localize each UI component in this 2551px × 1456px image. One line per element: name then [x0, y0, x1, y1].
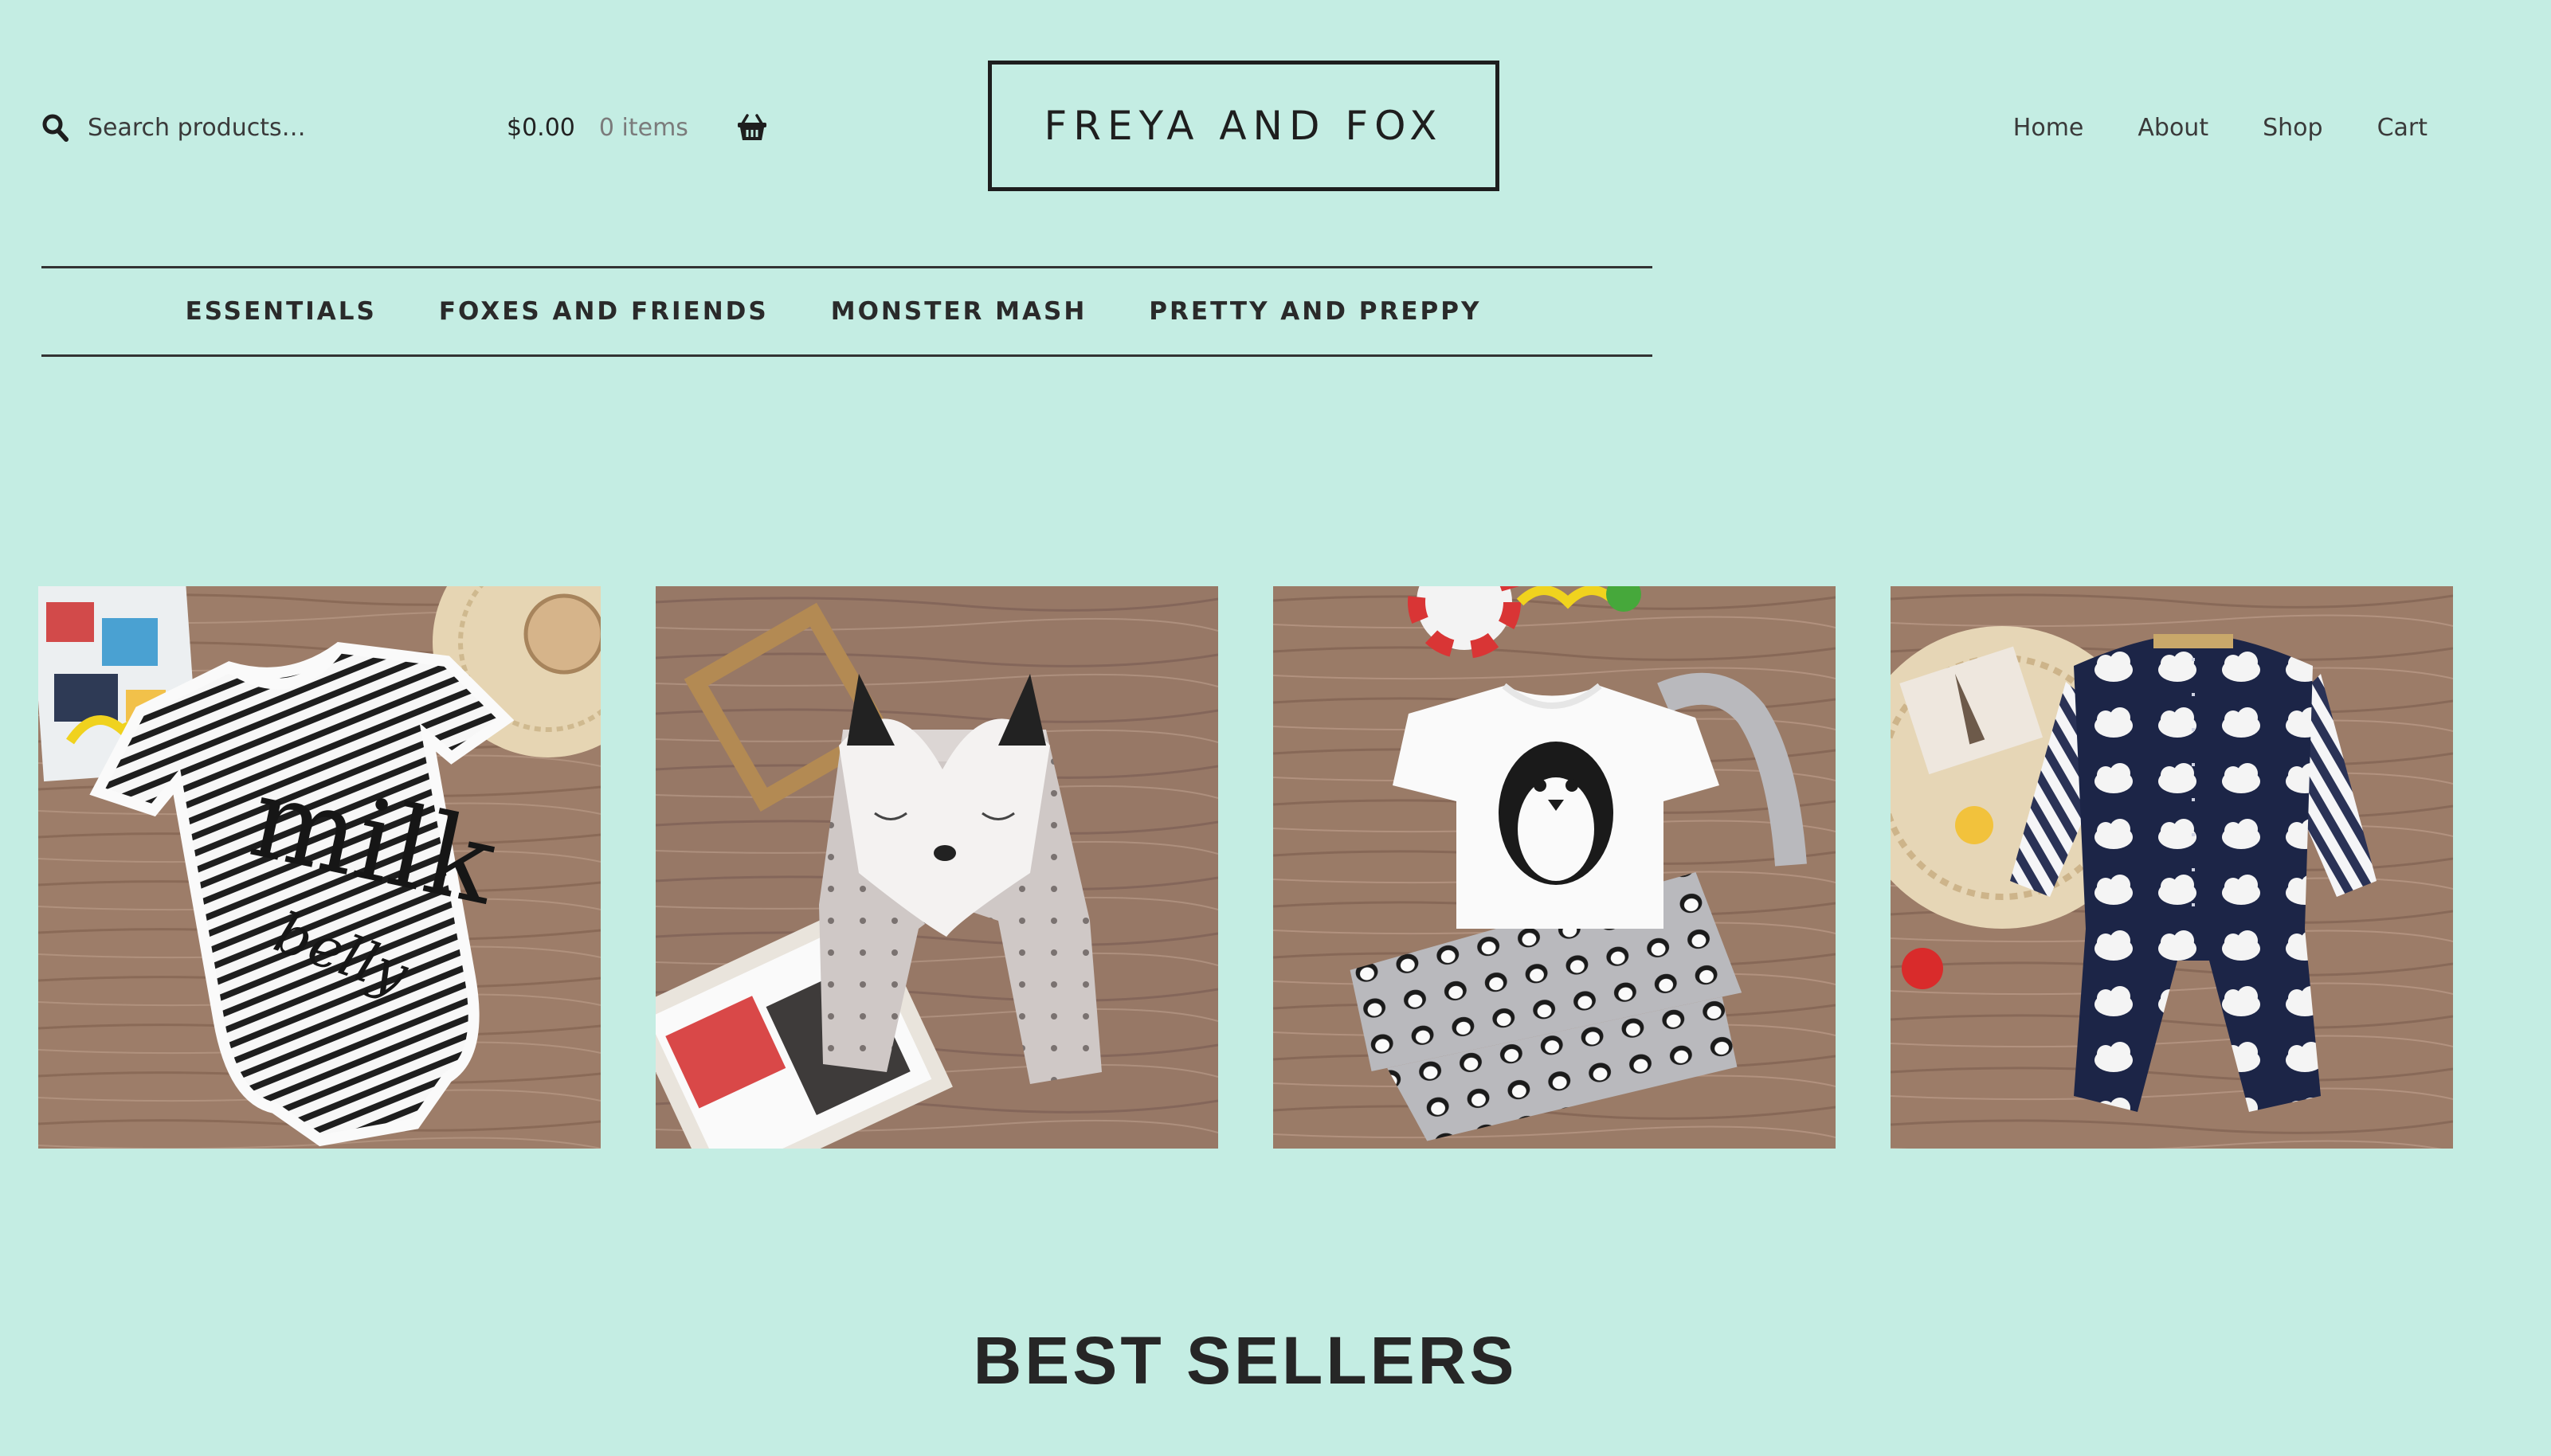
best-sellers-heading: BEST SELLERS: [973, 1323, 1518, 1398]
nav-link-shop[interactable]: Shop: [2263, 114, 2322, 142]
nav-link-about[interactable]: About: [2138, 114, 2208, 142]
product-tile-penguin-set[interactable]: [1273, 586, 1836, 1149]
category-pretty-and-preppy[interactable]: PRETTY AND PREPPY: [1149, 297, 1481, 326]
striped-bodysuit-milk-belly-image: milk belly: [38, 586, 601, 1149]
nav-link-home[interactable]: Home: [2013, 114, 2084, 142]
fox-pants-image: [656, 586, 1218, 1149]
category-foxes-and-friends[interactable]: FOXES AND FRIENDS: [439, 297, 769, 326]
basket-icon[interactable]: [736, 112, 768, 143]
mini-cart[interactable]: $0.00 0 items: [507, 105, 768, 150]
product-tile-striped-bodysuit[interactable]: milk belly: [38, 586, 601, 1149]
product-tile-fox-pants[interactable]: [656, 586, 1218, 1149]
product-tile-cloud-romper[interactable]: [1891, 586, 2453, 1149]
cart-item-count: 0 items: [598, 113, 688, 142]
cloud-romper-image: [1891, 586, 2453, 1149]
product-grid: milk belly: [38, 586, 2453, 1149]
cart-amount: $0.00: [507, 113, 575, 142]
top-navigation: Home About Shop Cart: [2013, 105, 2428, 150]
site-logo[interactable]: FREYA AND FOX: [988, 61, 1499, 191]
penguin-tee-set-image: [1273, 586, 1836, 1149]
category-navigation: ESSENTIALS FOXES AND FRIENDS MONSTER MAS…: [41, 266, 1652, 357]
search-input[interactable]: [88, 113, 438, 142]
search-icon[interactable]: [41, 113, 69, 142]
category-essentials[interactable]: ESSENTIALS: [186, 297, 377, 326]
search-bar[interactable]: [41, 105, 456, 150]
nav-link-cart[interactable]: Cart: [2377, 114, 2428, 142]
category-monster-mash[interactable]: MONSTER MASH: [831, 297, 1087, 326]
